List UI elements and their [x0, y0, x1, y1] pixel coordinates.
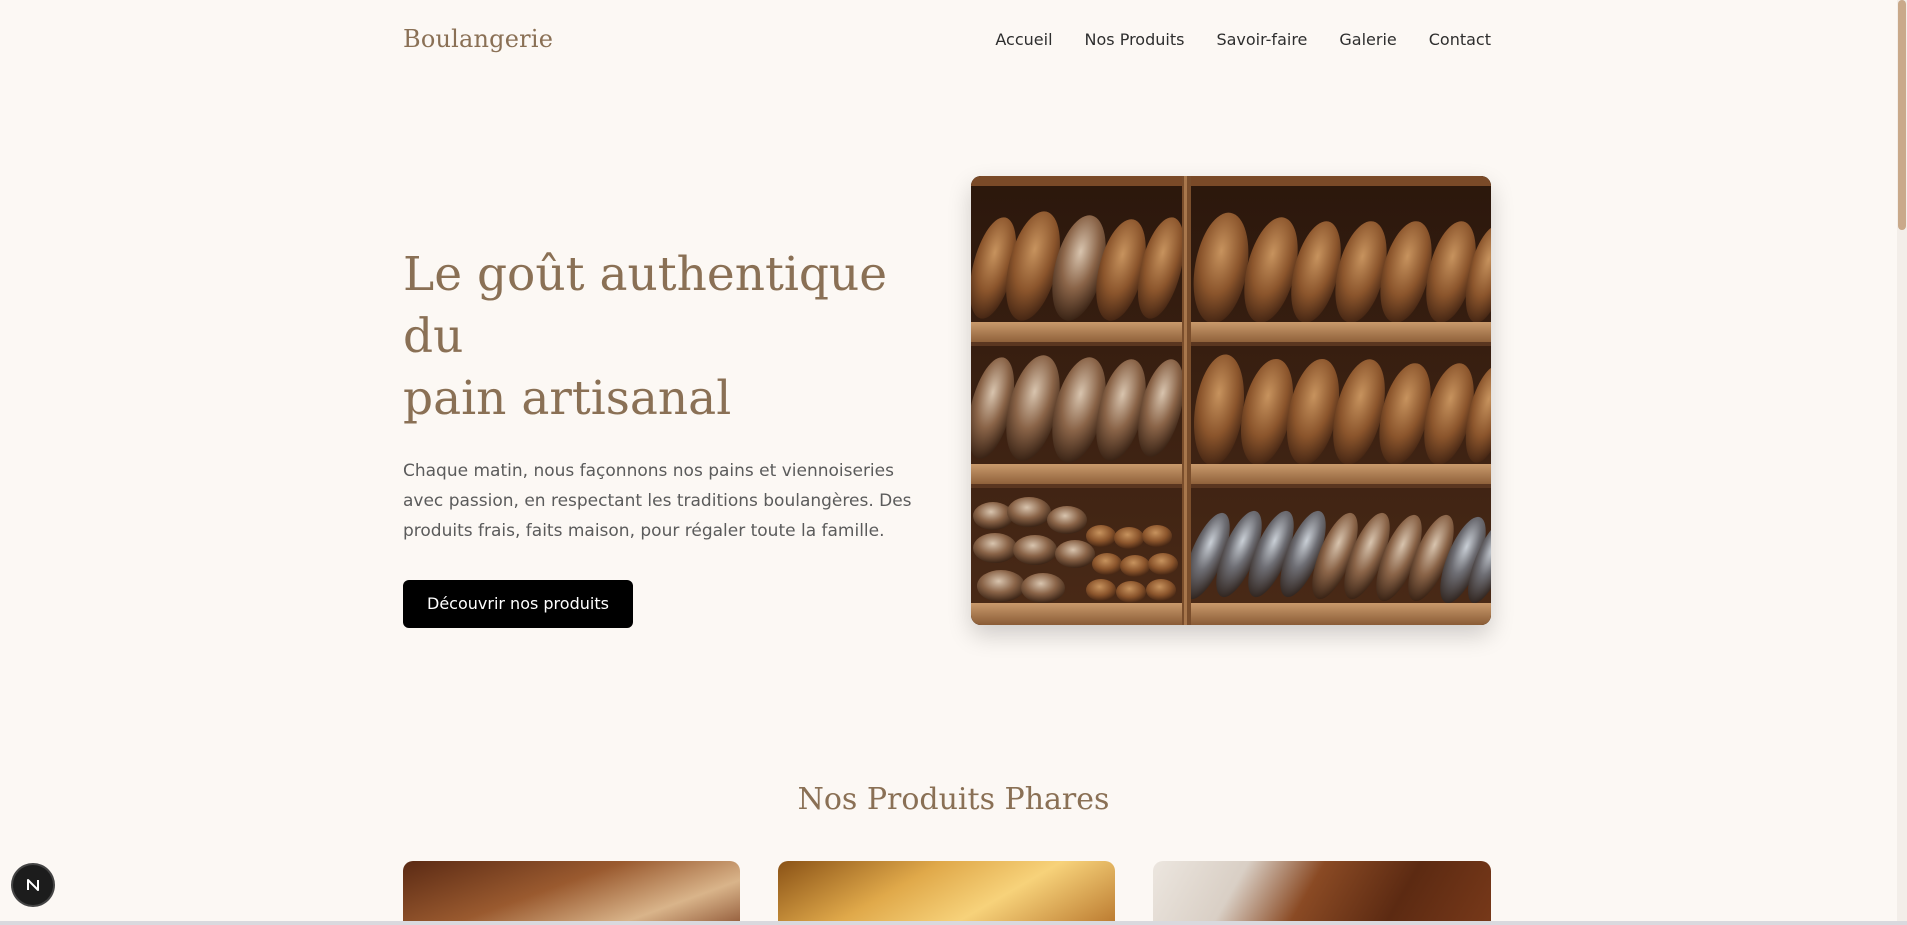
main-nav: Accueil Nos Produits Savoir-faire Galeri… — [995, 30, 1491, 49]
site-header: Boulangerie Accueil Nos Produits Savoir-… — [403, 0, 1491, 78]
hero-title-line-1: Le goût authentique du — [403, 247, 888, 364]
nav-link-galerie[interactable]: Galerie — [1339, 30, 1396, 49]
nav-link-contact[interactable]: Contact — [1429, 30, 1491, 49]
product-card-pain[interactable] — [403, 861, 740, 925]
hero-section: Le goût authentique du pain artisanal Ch… — [403, 244, 943, 628]
product-card-baguettes[interactable] — [1153, 861, 1491, 925]
hero-bread-shelves-image — [971, 176, 1491, 625]
n-logo-icon[interactable] — [13, 865, 53, 905]
product-card-viennoiseries[interactable] — [778, 861, 1115, 925]
page: Boulangerie Accueil Nos Produits Savoir-… — [0, 0, 1907, 925]
vertical-scrollbar[interactable] — [1897, 0, 1907, 925]
hero-title-line-2: pain artisanal — [403, 371, 732, 426]
site-logo[interactable]: Boulangerie — [403, 25, 553, 53]
discover-products-button[interactable]: Découvrir nos produits — [403, 580, 633, 628]
scrollbar-thumb[interactable] — [1898, 0, 1906, 230]
products-section-title: Nos Produits Phares — [797, 782, 1110, 817]
hero-description: Chaque matin, nous façonnons nos pains e… — [403, 461, 912, 541]
nav-link-nos-produits[interactable]: Nos Produits — [1085, 30, 1185, 49]
nav-link-accueil[interactable]: Accueil — [995, 30, 1052, 49]
window-bottom-edge — [0, 921, 1907, 925]
hero-title: Le goût authentique du pain artisanal — [403, 244, 943, 430]
nav-link-savoir-faire[interactable]: Savoir-faire — [1216, 30, 1307, 49]
